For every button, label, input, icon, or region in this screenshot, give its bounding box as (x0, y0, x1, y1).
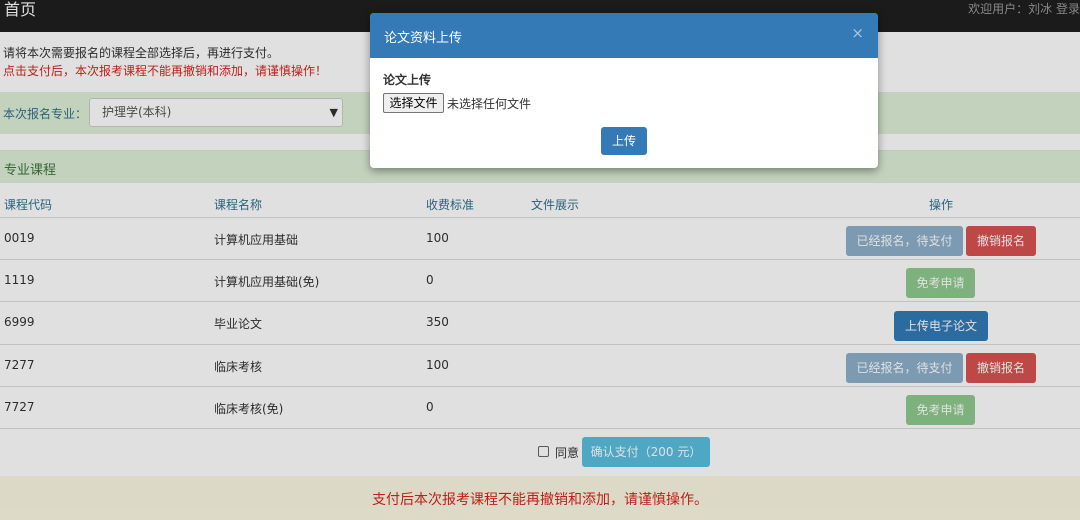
modal-header: 论文资料上传 × (370, 13, 878, 58)
close-icon[interactable]: × (851, 24, 864, 42)
upload-modal: 论文资料上传 × 论文上传 选择文件 未选择任何文件 上传 (370, 13, 878, 168)
choose-file-button[interactable]: 选择文件 (383, 93, 444, 113)
modal-title: 论文资料上传 (384, 31, 463, 46)
selected-file-name: 未选择任何文件 (447, 97, 532, 111)
thesis-upload-label: 论文上传 (383, 73, 432, 87)
upload-button[interactable]: 上传 (601, 127, 647, 155)
